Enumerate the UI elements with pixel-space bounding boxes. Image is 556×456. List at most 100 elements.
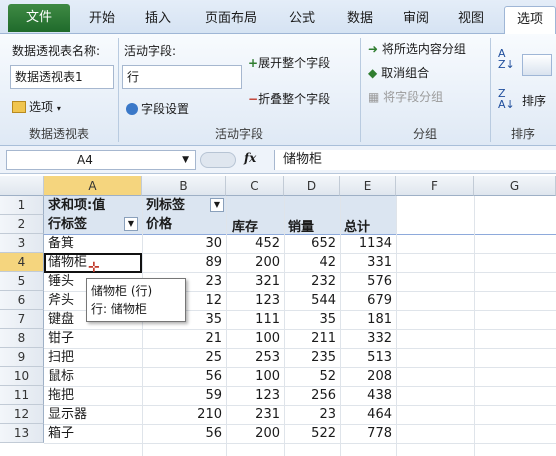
row-header[interactable]: 4: [0, 253, 44, 272]
row-label-cell[interactable]: 箱子: [48, 424, 74, 443]
row-label-cell[interactable]: 备箕: [48, 234, 74, 253]
value-cell[interactable]: 679: [340, 291, 396, 310]
value-cell[interactable]: 100: [226, 367, 284, 386]
value-cell[interactable]: 1134: [340, 234, 396, 253]
select-all-corner[interactable]: [0, 176, 44, 196]
row-header[interactable]: 3: [0, 234, 44, 253]
pivot-name-input[interactable]: 数据透视表1: [10, 65, 114, 89]
value-cell[interactable]: 253: [226, 348, 284, 367]
value-cell[interactable]: 331: [340, 253, 396, 272]
row-header[interactable]: 8: [0, 329, 44, 348]
formula-content[interactable]: 储物柜: [274, 150, 556, 170]
expand-field-button[interactable]: +展开整个字段: [248, 54, 330, 71]
value-cell[interactable]: 23: [284, 405, 340, 424]
sort-za-icon[interactable]: Z A↓: [498, 88, 515, 110]
row-label-cell[interactable]: 钳子: [48, 329, 74, 348]
value-cell[interactable]: 576: [340, 272, 396, 291]
value-cell[interactable]: 52: [284, 367, 340, 386]
row-header[interactable]: 10: [0, 367, 44, 386]
value-cell[interactable]: 438: [340, 386, 396, 405]
row-header[interactable]: 12: [0, 405, 44, 424]
value-cell[interactable]: 56: [142, 367, 226, 386]
value-cell[interactable]: 123: [226, 386, 284, 405]
value-cell[interactable]: 256: [284, 386, 340, 405]
column-header-g[interactable]: G: [474, 176, 556, 196]
value-cell[interactable]: 200: [226, 424, 284, 443]
value-cell[interactable]: 232: [284, 272, 340, 291]
pivot-value-label[interactable]: 求和项:值: [48, 196, 105, 215]
row-label-cell[interactable]: 锤头: [48, 272, 74, 291]
group-selection-button[interactable]: ➜ 将所选内容分组: [368, 40, 466, 57]
row-header[interactable]: 13: [0, 424, 44, 443]
tab-file[interactable]: 文件: [8, 4, 70, 32]
tab-view[interactable]: 视图: [448, 6, 494, 34]
value-cell[interactable]: 211: [284, 329, 340, 348]
row-header[interactable]: 5: [0, 272, 44, 291]
sort-button-icon[interactable]: [522, 54, 552, 76]
value-cell[interactable]: 652: [284, 234, 340, 253]
column-header-c[interactable]: C: [226, 176, 284, 196]
value-cell[interactable]: 111: [226, 310, 284, 329]
value-cell[interactable]: 321: [226, 272, 284, 291]
active-field-input[interactable]: 行: [122, 65, 242, 89]
column-header-f[interactable]: F: [396, 176, 474, 196]
column-header-d[interactable]: D: [284, 176, 340, 196]
column-filter-dropdown-icon[interactable]: ▼: [210, 198, 224, 212]
value-cell[interactable]: 42: [284, 253, 340, 272]
field-settings-button[interactable]: 字段设置: [126, 100, 189, 117]
row-label-cell[interactable]: 斧头: [48, 291, 74, 310]
fx-icon[interactable]: fx: [244, 151, 270, 169]
collapse-field-button[interactable]: −折叠整个字段: [248, 90, 330, 107]
group-field-button[interactable]: ▦ 将字段分组: [368, 88, 443, 105]
value-cell[interactable]: 200: [226, 253, 284, 272]
row-header[interactable]: 9: [0, 348, 44, 367]
row-header[interactable]: 7: [0, 310, 44, 329]
col-header-price[interactable]: 价格: [146, 215, 172, 234]
formula-bar-handle[interactable]: [200, 152, 236, 168]
value-cell[interactable]: 35: [284, 310, 340, 329]
row-label-cell[interactable]: 显示器: [48, 405, 87, 424]
name-box[interactable]: A4 ▼: [6, 150, 196, 170]
tab-options[interactable]: 选项: [504, 6, 556, 34]
value-cell[interactable]: 208: [340, 367, 396, 386]
tab-page-layout[interactable]: 页面布局: [196, 6, 266, 34]
tab-home[interactable]: 开始: [80, 6, 124, 34]
value-cell[interactable]: 89: [142, 253, 226, 272]
value-cell[interactable]: 235: [284, 348, 340, 367]
row-header[interactable]: 1: [0, 196, 44, 215]
sort-az-icon[interactable]: A Z↓: [498, 48, 515, 70]
value-cell[interactable]: 522: [284, 424, 340, 443]
column-header-e[interactable]: E: [340, 176, 396, 196]
row-header[interactable]: 2: [0, 215, 44, 234]
sort-label[interactable]: 排序: [522, 92, 546, 109]
value-cell[interactable]: 21: [142, 329, 226, 348]
spreadsheet-grid[interactable]: A B C D E F G 1 求和项:值 列标签 ▼ 2 行标签 ▼ 价格 库…: [0, 176, 556, 456]
value-cell[interactable]: 210: [142, 405, 226, 424]
row-filter-dropdown-icon[interactable]: ▼: [124, 217, 138, 231]
value-cell[interactable]: 25: [142, 348, 226, 367]
value-cell[interactable]: 452: [226, 234, 284, 253]
tab-data[interactable]: 数据: [338, 6, 382, 34]
row-header[interactable]: 11: [0, 386, 44, 405]
row-label-cell[interactable]: 鼠标: [48, 367, 74, 386]
column-header-b[interactable]: B: [142, 176, 226, 196]
value-cell[interactable]: 56: [142, 424, 226, 443]
value-cell[interactable]: 544: [284, 291, 340, 310]
value-cell[interactable]: 513: [340, 348, 396, 367]
value-cell[interactable]: 59: [142, 386, 226, 405]
value-cell[interactable]: 464: [340, 405, 396, 424]
row-label-cell[interactable]: 扫把: [48, 348, 74, 367]
name-box-dropdown-icon[interactable]: ▼: [182, 151, 189, 169]
row-label-cell[interactable]: 拖把: [48, 386, 74, 405]
ungroup-button[interactable]: ◆ 取消组合: [368, 64, 429, 81]
value-cell[interactable]: 181: [340, 310, 396, 329]
value-cell[interactable]: 30: [142, 234, 226, 253]
value-cell[interactable]: 100: [226, 329, 284, 348]
value-cell[interactable]: 123: [226, 291, 284, 310]
value-cell[interactable]: 778: [340, 424, 396, 443]
value-cell[interactable]: 332: [340, 329, 396, 348]
value-cell[interactable]: 231: [226, 405, 284, 424]
tab-insert[interactable]: 插入: [136, 6, 180, 34]
column-labels-header[interactable]: 列标签: [146, 196, 185, 215]
row-label-cell[interactable]: 键盘: [48, 310, 74, 329]
